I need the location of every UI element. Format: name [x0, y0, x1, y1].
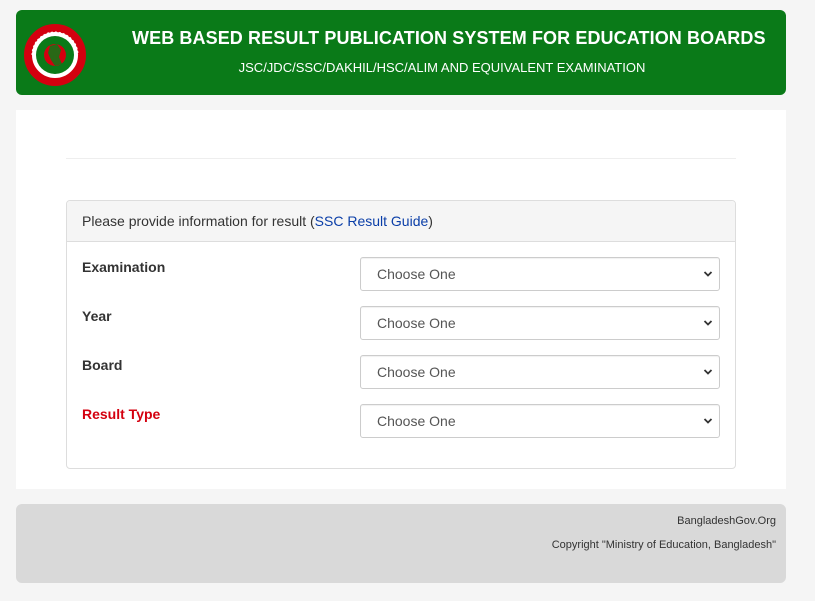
year-row: Year Choose One [82, 306, 722, 340]
examination-select-value: Choose One [377, 266, 456, 282]
government-seal-icon [24, 24, 86, 86]
result-type-label: Result Type [82, 406, 161, 422]
result-form-panel: Please provide information for result (S… [66, 200, 736, 469]
year-select-value: Choose One [377, 315, 456, 331]
examination-label: Examination [82, 259, 166, 275]
footer-site: BangladeshGov.Org [677, 515, 776, 527]
footer: BangladeshGov.Org Copyright "Ministry of… [16, 504, 786, 583]
main-content: Please provide information for result (S… [16, 110, 786, 489]
chevron-down-icon [703, 369, 713, 375]
board-select-value: Choose One [377, 364, 456, 380]
result-type-select-value: Choose One [377, 413, 456, 429]
chevron-down-icon [703, 418, 713, 424]
divider [66, 158, 736, 159]
result-type-select[interactable]: Choose One [360, 404, 720, 438]
page-title: WEB BASED RESULT PUBLICATION SYSTEM FOR … [132, 28, 766, 48]
ssc-result-guide-link[interactable]: SSC Result Guide [315, 213, 429, 229]
board-row: Board Choose One [82, 355, 722, 389]
chevron-down-icon [703, 271, 713, 277]
footer-copyright: Copyright "Ministry of Education, Bangla… [551, 539, 776, 551]
board-label: Board [82, 357, 123, 373]
examination-row: Examination Choose One [82, 257, 722, 291]
year-label: Year [82, 308, 112, 324]
panel-heading: Please provide information for result (S… [67, 201, 735, 242]
page-subtitle: JSC/JDC/SSC/DAKHIL/HSC/ALIM AND EQUIVALE… [238, 60, 646, 75]
result-type-row: Result Type Choose One [82, 404, 722, 438]
panel-heading-text: Please provide information for result ( [82, 213, 315, 229]
board-select[interactable]: Choose One [360, 355, 720, 389]
panel-heading-suffix: ) [428, 213, 433, 229]
chevron-down-icon [703, 320, 713, 326]
year-select[interactable]: Choose One [360, 306, 720, 340]
examination-select[interactable]: Choose One [360, 257, 720, 291]
header-banner: WEB BASED RESULT PUBLICATION SYSTEM FOR … [16, 10, 786, 95]
